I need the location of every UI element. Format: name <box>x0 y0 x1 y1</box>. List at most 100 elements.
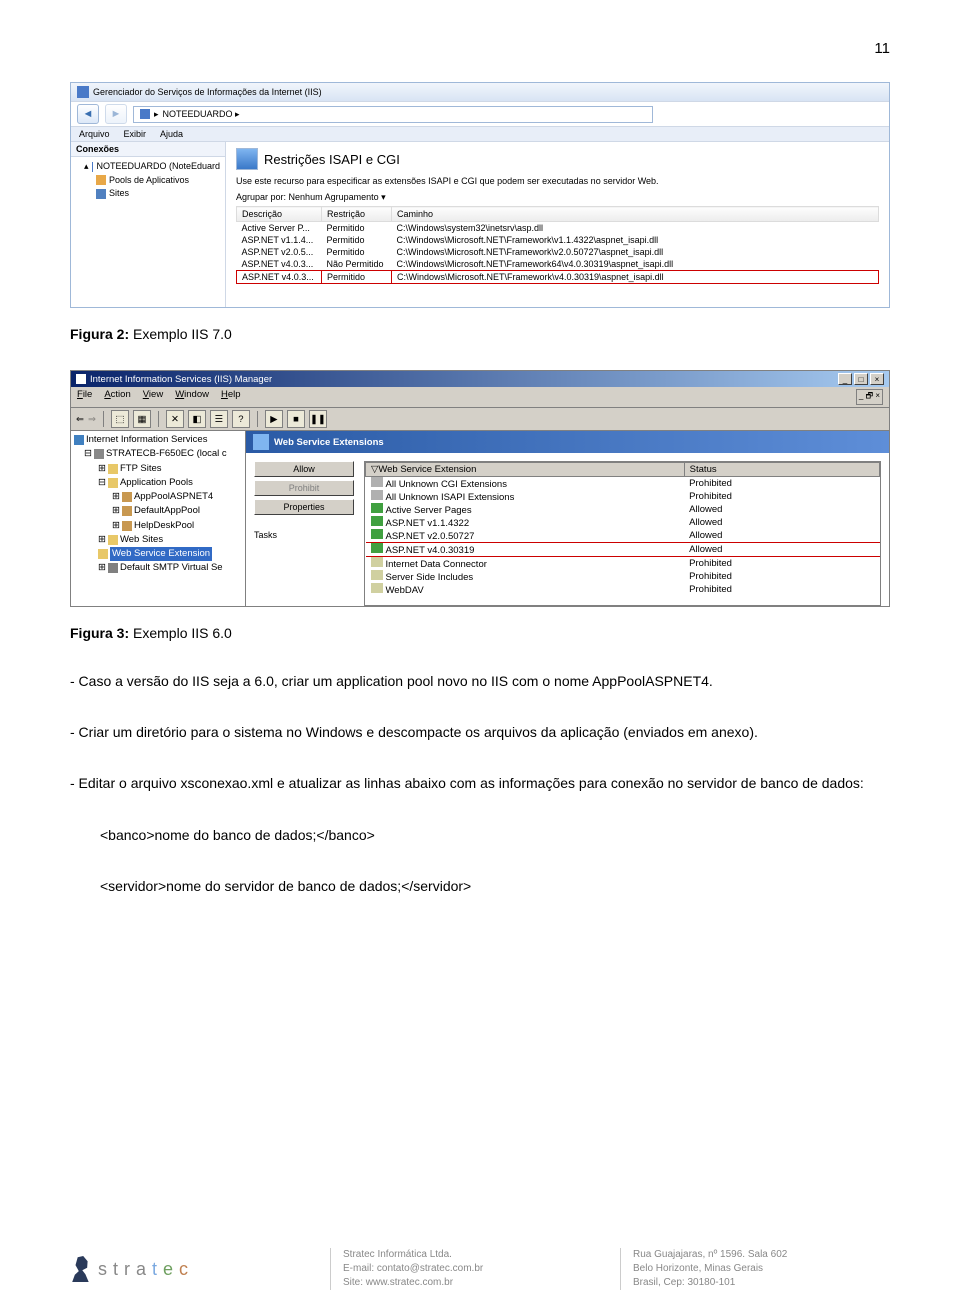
menu-action[interactable]: Action <box>104 389 130 405</box>
allowed-icon <box>371 503 383 513</box>
col-caminho[interactable]: Caminho <box>392 207 879 222</box>
pane-description: Use este recurso para especificar as ext… <box>236 176 879 186</box>
table-row[interactable]: Active Server P...PermitidoC:\Windows\sy… <box>237 222 879 235</box>
list-item[interactable]: WebDAVProhibited <box>366 583 880 596</box>
list-item[interactable]: Active Server PagesAllowed <box>366 503 880 516</box>
tree-apppool-item[interactable]: ⊞HelpDeskPool <box>74 519 242 533</box>
server-icon <box>140 109 150 119</box>
folder-icon <box>98 549 108 559</box>
wse-header: Web Service Extensions <box>246 431 889 453</box>
pane-title: Restrições ISAPI e CGI <box>236 148 879 170</box>
window-title-bar-iis6[interactable]: Internet Information Services (IIS) Mana… <box>71 371 889 387</box>
nav-back-icon[interactable]: ⇐ <box>76 414 84 425</box>
knight-icon <box>70 1256 92 1282</box>
chevron-down-icon[interactable]: ▾ <box>381 192 386 202</box>
tree-server[interactable]: ⊟STRATECB-F650EC (local c <box>74 447 242 461</box>
minimize-button[interactable]: _ <box>838 373 852 385</box>
iis-icon <box>76 374 86 384</box>
table-row[interactable]: ASP.NET v4.0.3...Não PermitidoC:\Windows… <box>237 258 879 271</box>
col-status[interactable]: Status <box>684 463 879 477</box>
list-item-highlighted[interactable]: ASP.NET v4.0.30319Allowed <box>366 543 880 557</box>
doc-icon <box>371 557 383 567</box>
table-row[interactable]: ASP.NET v2.0.5...PermitidoC:\Windows\Mic… <box>237 246 879 258</box>
tree-root[interactable]: Internet Information Services <box>74 433 242 447</box>
isapi-table: Descrição Restrição Caminho Active Serve… <box>236 206 879 284</box>
maximize-button[interactable]: □ <box>854 373 868 385</box>
window-title-bar[interactable]: Gerenciador do Serviços de Informações d… <box>71 83 889 101</box>
tree-apppools[interactable]: Pools de Aplicativos <box>76 174 220 188</box>
prohibit-button[interactable]: Prohibit <box>254 480 354 496</box>
allowed-icon <box>371 529 383 539</box>
tree-apppools[interactable]: ⊟Application Pools <box>74 476 242 490</box>
globe-icon <box>74 435 84 445</box>
tree-wse[interactable]: Web Service Extension <box>74 547 242 561</box>
menu-arquivo[interactable]: Arquivo <box>79 129 110 139</box>
play-button[interactable]: ▶ <box>265 410 283 428</box>
gear-icon <box>122 492 132 502</box>
menubar: Arquivo Exibir Ajuda <box>71 127 889 142</box>
forward-button[interactable]: ► <box>105 104 127 124</box>
stop-button[interactable]: ■ <box>287 410 305 428</box>
table-row-highlighted[interactable]: ASP.NET v4.0.3...PermitidoC:\Windows\Mic… <box>237 271 879 284</box>
tree-sites[interactable]: Sites <box>76 187 220 201</box>
tree-apppool-item[interactable]: ⊞AppPoolASPNET4 <box>74 490 242 504</box>
col-extension[interactable]: ▽Web Service Extension <box>366 463 685 477</box>
menu-window[interactable]: Window <box>175 389 209 405</box>
tree-server[interactable]: ▴NOTEEDUARDO (NoteEduard <box>76 160 220 174</box>
caption-figura-3: Figura 3: Exemplo IIS 6.0 <box>70 625 890 641</box>
figure-iis6: Internet Information Services (IIS) Mana… <box>70 370 890 607</box>
breadcrumb[interactable]: ▸ NOTEEDUARDO ▸ <box>133 106 653 123</box>
breadcrumb-text: NOTEEDUARDO ▸ <box>163 109 240 120</box>
body-text: - Caso a versão do IIS seja a 6.0, criar… <box>70 669 890 899</box>
paragraph: - Editar o arquivo xsconexao.xml e atual… <box>70 771 890 796</box>
toolbar-button[interactable]: ? <box>232 410 250 428</box>
list-item[interactable]: All Unknown CGI ExtensionsProhibited <box>366 477 880 491</box>
isapi-icon <box>236 148 258 170</box>
close-button[interactable]: × <box>870 373 884 385</box>
menu-file[interactable]: File <box>77 389 92 405</box>
toolbar-button[interactable]: ⬚ <box>111 410 129 428</box>
tree-iis6: Internet Information Services ⊟STRATECB-… <box>71 431 246 606</box>
list-item[interactable]: ASP.NET v1.1.4322Allowed <box>366 516 880 529</box>
code-line: <banco>nome do banco de dados;</banco> <box>70 823 890 848</box>
back-button[interactable]: ◄ <box>77 104 99 124</box>
groupby-label: Agrupar por: <box>236 192 286 202</box>
list-item[interactable]: Internet Data ConnectorProhibited <box>366 557 880 571</box>
list-item[interactable]: Server Side IncludesProhibited <box>366 570 880 583</box>
menu-view[interactable]: View <box>143 389 163 405</box>
properties-button[interactable]: Properties <box>254 499 354 515</box>
col-descricao[interactable]: Descrição <box>237 207 322 222</box>
breadcrumb-sep: ▸ <box>154 109 159 120</box>
folder-icon <box>108 535 118 545</box>
toolbar-button[interactable]: ▦ <box>133 410 151 428</box>
tree-ftp[interactable]: ⊞FTP Sites <box>74 462 242 476</box>
toolbar-button[interactable]: ☰ <box>210 410 228 428</box>
tree-smtp[interactable]: ⊞Default SMTP Virtual Se <box>74 561 242 575</box>
page-number: 11 <box>70 40 890 57</box>
list-item[interactable]: ASP.NET v2.0.50727Allowed <box>366 529 880 543</box>
table-row[interactable]: ASP.NET v1.1.4...PermitidoC:\Windows\Mic… <box>237 234 879 246</box>
gear-icon <box>122 506 132 516</box>
toolbar-button[interactable]: ✕ <box>166 410 184 428</box>
menu-exibir[interactable]: Exibir <box>124 129 147 139</box>
allow-button[interactable]: Allow <box>254 461 354 477</box>
mail-icon <box>108 563 118 573</box>
menu-help[interactable]: Help <box>221 389 241 405</box>
list-item[interactable]: All Unknown ISAPI ExtensionsProhibited <box>366 490 880 503</box>
menu-ajuda[interactable]: Ajuda <box>160 129 183 139</box>
tree: ▴NOTEEDUARDO (NoteEduard Pools de Aplica… <box>71 157 225 204</box>
folder-icon <box>108 464 118 474</box>
footer-contact: Stratec Informática Ltda. E-mail: contat… <box>330 1248 600 1290</box>
restore-button[interactable]: _ 🗗 × <box>856 389 883 405</box>
tree-websites[interactable]: ⊞Web Sites <box>74 533 242 547</box>
nav-forward-icon[interactable]: ⇒ <box>88 414 96 425</box>
tree-apppool-item[interactable]: ⊞DefaultAppPool <box>74 504 242 518</box>
filter-icon <box>371 490 383 500</box>
pause-button[interactable]: ❚❚ <box>309 410 327 428</box>
window-title: Gerenciador do Serviços de Informações d… <box>93 87 322 97</box>
tasks-label: Tasks <box>254 530 354 540</box>
folder-icon <box>108 478 118 488</box>
toolbar-button[interactable]: ◧ <box>188 410 206 428</box>
groupby-value[interactable]: Nenhum Agrupamento <box>289 192 379 202</box>
col-restricao[interactable]: Restrição <box>322 207 392 222</box>
